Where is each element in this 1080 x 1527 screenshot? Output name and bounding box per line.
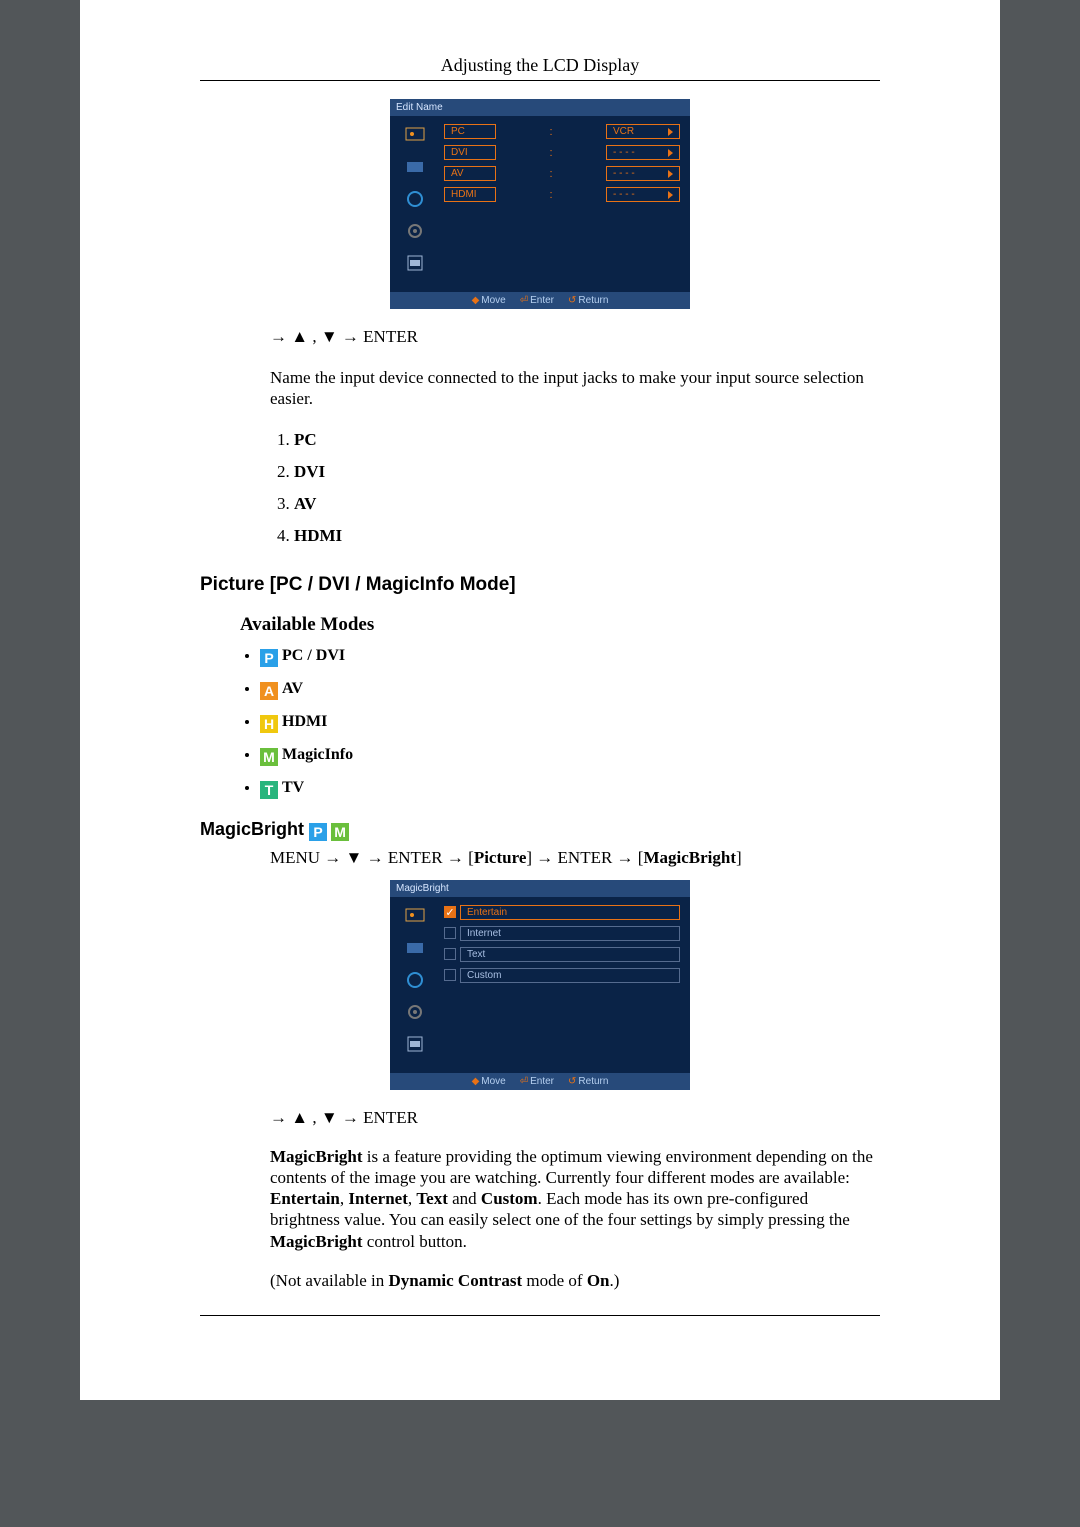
mode-name: AV [282,680,303,697]
gear-tab-icon [404,220,426,242]
osd-magicbright: MagicBright [390,880,690,1090]
osd-row-label: Text [460,947,680,962]
osd-row: Text [444,947,680,962]
osd-row-label: HDMI [444,187,496,202]
enter-icon: ⏎ [520,295,528,306]
section-title-picture: Picture [PC / DVI / MagicInfo Mode] [200,574,880,596]
menu-path: MENU → ▼ → ENTER → [Picture] → ENTER → [… [270,848,880,868]
mode-badge-t-icon: T [260,781,278,799]
arrow-right-icon [668,170,673,178]
footer-move: Move [481,295,505,306]
footer-enter: Enter [530,295,554,306]
available-modes-list: PPC / DVI AAV HHDMI MMagicInfo TTV [240,646,880,797]
footer-enter: Enter [530,1076,554,1087]
not-available-note: (Not available in Dynamic Contrast mode … [270,1270,880,1291]
nav-instructions-1: → ▲ , ▼ → ENTER [270,327,880,347]
mode-badge-m-icon: M [260,748,278,766]
mode-badge-m-icon: M [331,823,349,841]
mode-badge-a-icon: A [260,682,278,700]
page-title: Adjusting the LCD Display [200,55,880,76]
osd-edit-name: Edit Name [390,99,690,309]
nav-instructions-2: → ▲ , ▼ → ENTER [270,1108,880,1128]
check-icon [444,927,456,939]
arrow-right-icon [668,191,673,199]
magicbright-heading: MagicBright PM [200,819,880,840]
osd-row: PC : VCR [444,124,680,139]
osd-row-value: VCR [606,124,680,139]
osd-row-value: - - - - [606,187,680,202]
arrow-right-icon [668,128,673,136]
osd-row: ✓ Entertain [444,905,680,920]
setup-tab-icon [404,188,426,210]
check-icon [444,948,456,960]
mode-name: PC / DVI [282,647,345,664]
osd-left-tabs [390,897,440,1073]
setup-tab-icon [404,969,426,991]
osd-row-label: DVI [444,145,496,160]
osd-row-label: PC [444,124,496,139]
osd-title: Edit Name [390,99,690,116]
available-modes-title: Available Modes [240,614,880,636]
description-1: Name the input device connected to the i… [270,367,880,410]
return-icon: ↺ [568,295,576,306]
osd-row-value: - - - - [606,166,680,181]
footer-return: Return [578,1076,608,1087]
osd-row: DVI : - - - - [444,145,680,160]
mode-item: TTV [260,778,880,797]
mode-name: MagicInfo [282,746,353,763]
osd-row-label: Custom [460,968,680,983]
picture-tab-icon [404,905,426,927]
enter-icon: ⏎ [520,1076,528,1087]
divider-bottom [200,1315,880,1316]
info-tab-icon [404,1033,426,1055]
mode-item: AAV [260,679,880,698]
osd-row-label: Internet [460,926,680,941]
osd-row: Internet [444,926,680,941]
divider-top [200,80,880,81]
move-icon: ◆ [472,1076,480,1087]
list-item: DVI [294,462,880,482]
osd-title: MagicBright [390,880,690,897]
mode-item: PPC / DVI [260,646,880,665]
osd-footer: ◆Move ⏎Enter ↺Return [390,292,690,309]
osd-row-value: - - - - [606,145,680,160]
osd-row-label: Entertain [460,905,680,920]
info-tab-icon [404,252,426,274]
sound-tab-icon [404,156,426,178]
osd-row: AV : - - - - [444,166,680,181]
mode-item: HHDMI [260,712,880,731]
mode-badge-h-icon: H [260,715,278,733]
gear-tab-icon [404,1001,426,1023]
osd-footer: ◆Move ⏎Enter ↺Return [390,1073,690,1090]
sound-tab-icon [404,937,426,959]
check-icon: ✓ [444,906,456,918]
footer-return: Return [578,295,608,306]
footer-move: Move [481,1076,505,1087]
osd-row-label: AV [444,166,496,181]
check-icon [444,969,456,981]
osd-row: Custom [444,968,680,983]
osd-row: HDMI : - - - - [444,187,680,202]
mode-item: MMagicInfo [260,745,880,764]
mode-badge-p-icon: P [309,823,327,841]
list-item: HDMI [294,526,880,546]
list-item: AV [294,494,880,514]
picture-tab-icon [404,124,426,146]
mode-name: TV [282,779,304,796]
arrow-right-icon [668,149,673,157]
page: Adjusting the LCD Display Edit Name [80,0,1000,1400]
mode-badge-p-icon: P [260,649,278,667]
osd-left-tabs [390,116,440,292]
move-icon: ◆ [472,295,480,306]
sources-list: PC DVI AV HDMI [270,430,880,546]
magicbright-description: MagicBright is a feature providing the o… [270,1146,880,1252]
mode-name: HDMI [282,713,327,730]
list-item: PC [294,430,880,450]
return-icon: ↺ [568,1076,576,1087]
